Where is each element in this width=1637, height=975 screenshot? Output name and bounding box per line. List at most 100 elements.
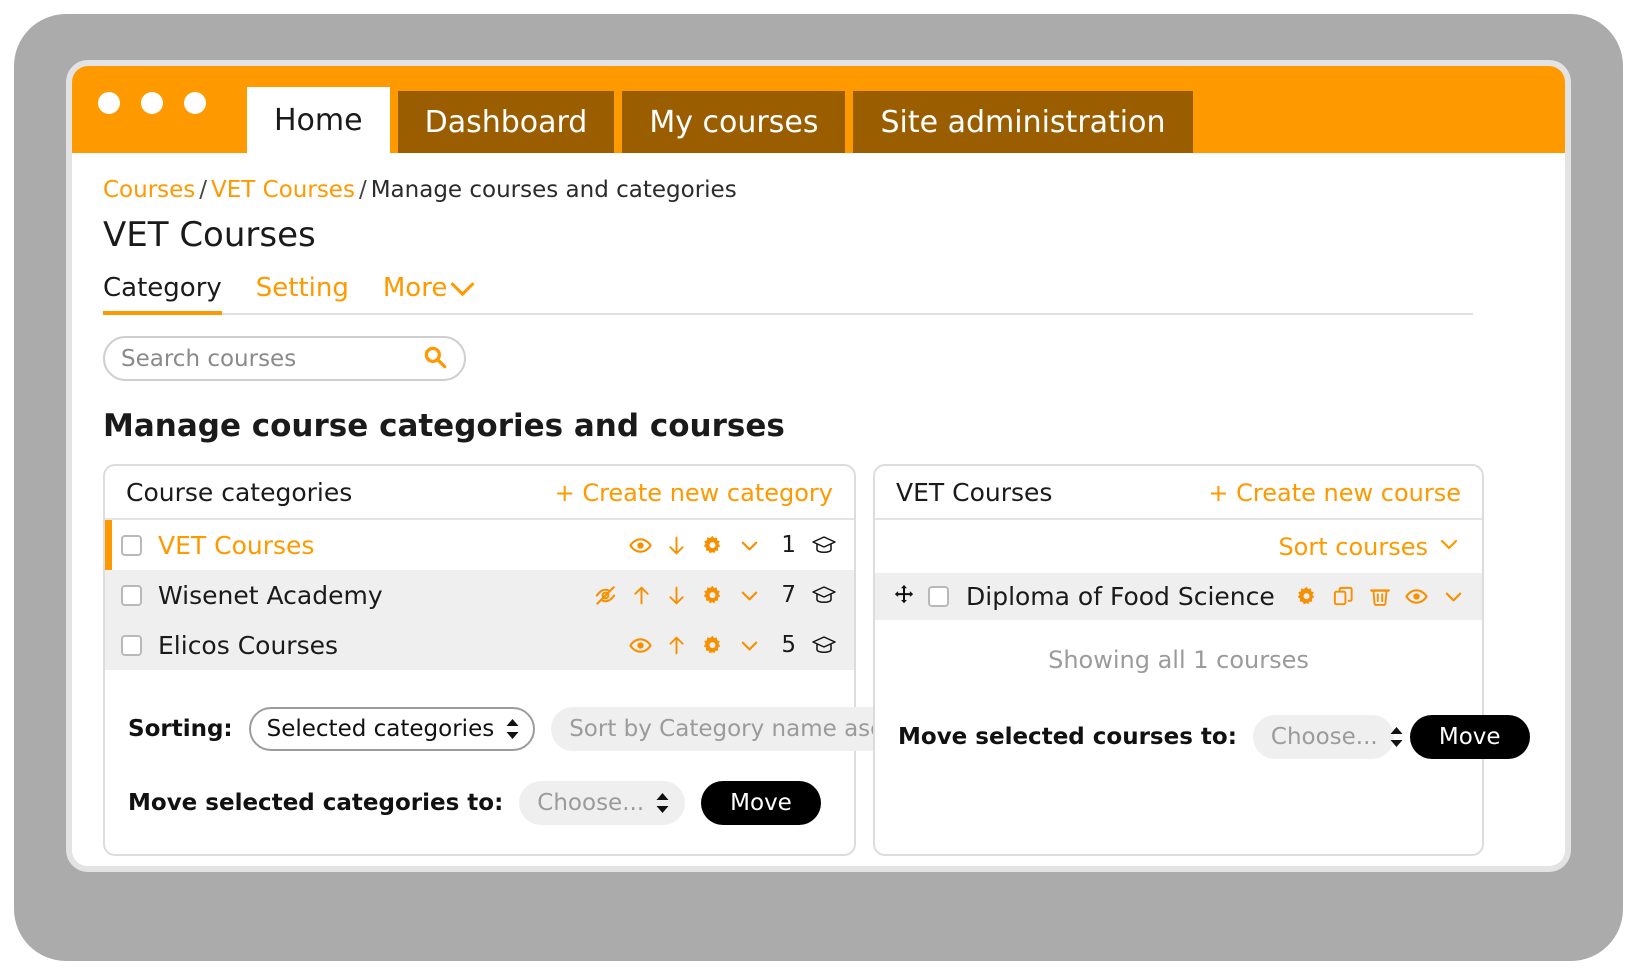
panels-container: Course categories + Create new category … bbox=[103, 464, 1534, 856]
category-actions: 5 bbox=[629, 632, 837, 658]
chevron-down-icon[interactable] bbox=[1442, 585, 1465, 608]
category-name[interactable]: Elicos Courses bbox=[158, 631, 338, 660]
move-categories-button[interactable]: Move bbox=[701, 781, 821, 825]
course-checkbox[interactable] bbox=[928, 586, 949, 607]
showing-courses-text: Showing all 1 courses bbox=[1048, 646, 1309, 674]
move-down-icon[interactable] bbox=[666, 534, 687, 557]
sort-courses-button[interactable]: Sort courses bbox=[1278, 532, 1461, 562]
create-new-course-button[interactable]: + Create new course bbox=[1208, 479, 1461, 507]
sorting-scope-value: Selected categories bbox=[266, 716, 495, 742]
category-course-count: 1 bbox=[781, 532, 796, 558]
sorting-row: Sorting: Selected categories Sort by Cat… bbox=[105, 707, 987, 751]
graduation-cap-icon bbox=[811, 634, 837, 656]
tab-home[interactable]: Home bbox=[247, 87, 390, 153]
move-down-icon[interactable] bbox=[666, 584, 687, 607]
device-bezel: Home Dashboard My courses Site administr… bbox=[14, 14, 1623, 961]
table-row[interactable]: Elicos Courses 5 bbox=[105, 620, 854, 670]
category-course-count: 7 bbox=[781, 582, 796, 608]
sorting-label: Sorting: bbox=[128, 716, 233, 742]
page-content: Courses / VET Courses / Manage courses and c… bbox=[72, 153, 1565, 866]
categories-panel-header: Course categories + Create new category bbox=[105, 466, 854, 520]
move-courses-select-value: Choose... bbox=[1270, 724, 1378, 750]
category-course-count: 5 bbox=[781, 632, 796, 658]
tab-setting[interactable]: Setting bbox=[256, 273, 349, 313]
search-box[interactable] bbox=[103, 336, 466, 381]
sort-courses-row: Sort courses bbox=[875, 520, 1482, 573]
move-categories-select[interactable]: Choose... bbox=[519, 781, 686, 825]
courses-panel-title: VET Courses bbox=[896, 478, 1053, 507]
category-checkbox[interactable] bbox=[121, 534, 142, 556]
move-categories-label: Move selected categories to: bbox=[128, 790, 504, 816]
create-new-category-button[interactable]: + Create new category bbox=[555, 479, 833, 507]
breadcrumb-item-courses[interactable]: Courses bbox=[103, 177, 195, 203]
move-categories-row: Move selected categories to: Choose... M… bbox=[105, 781, 854, 825]
categories-panel-title: Course categories bbox=[126, 478, 353, 507]
sorting-order-select[interactable]: Sort by Category name ascending bbox=[551, 707, 987, 751]
search-icon[interactable] bbox=[422, 344, 448, 374]
table-row[interactable]: Wisenet Academy 7 bbox=[105, 570, 854, 620]
course-name[interactable]: Diploma of Food Science bbox=[966, 582, 1275, 611]
secondary-nav: Category Setting More bbox=[103, 263, 1473, 315]
eye-icon[interactable] bbox=[629, 534, 653, 557]
category-checkbox[interactable] bbox=[121, 584, 142, 606]
move-courses-row: Move selected courses to: Choose... Move bbox=[875, 715, 1530, 759]
tab-category-label: Category bbox=[103, 273, 222, 303]
breadcrumb-separator: / bbox=[358, 177, 367, 203]
copy-icon[interactable] bbox=[1332, 585, 1355, 608]
updown-arrows-icon bbox=[655, 792, 670, 814]
graduation-cap-icon bbox=[811, 584, 837, 606]
category-actions: 1 bbox=[629, 532, 837, 558]
window-controls bbox=[98, 92, 206, 114]
breadcrumb: Courses / VET Courses / Manage courses and c… bbox=[103, 177, 1534, 203]
graduation-cap-icon bbox=[811, 534, 837, 556]
tab-my-courses[interactable]: My courses bbox=[622, 91, 846, 153]
move-up-icon[interactable] bbox=[631, 584, 652, 607]
tab-more[interactable]: More bbox=[382, 271, 475, 313]
device-screen: Home Dashboard My courses Site administr… bbox=[66, 60, 1571, 872]
eye-icon[interactable] bbox=[1405, 585, 1428, 608]
tab-category[interactable]: Category bbox=[103, 273, 222, 315]
table-row[interactable]: VET Courses 1 bbox=[105, 520, 854, 570]
search-input[interactable] bbox=[121, 345, 422, 372]
category-checkbox[interactable] bbox=[121, 634, 142, 656]
tab-more-label: More bbox=[382, 273, 448, 303]
tabstrip: Home Dashboard My courses Site administr… bbox=[247, 66, 1193, 153]
course-actions bbox=[1295, 585, 1465, 608]
eye-icon[interactable] bbox=[629, 634, 653, 657]
breadcrumb-item-vet-courses[interactable]: VET Courses bbox=[211, 177, 355, 203]
gear-icon[interactable] bbox=[701, 534, 724, 557]
move-categories-select-value: Choose... bbox=[537, 790, 645, 816]
list-item[interactable]: Diploma of Food Science bbox=[875, 573, 1482, 620]
gear-icon[interactable] bbox=[1295, 585, 1318, 608]
category-actions: 7 bbox=[594, 582, 837, 608]
trash-icon[interactable] bbox=[1369, 585, 1391, 608]
maximize-icon[interactable] bbox=[184, 92, 206, 114]
chevron-down-icon[interactable] bbox=[738, 634, 761, 657]
category-name[interactable]: VET Courses bbox=[158, 531, 314, 560]
move-courses-label: Move selected courses to: bbox=[898, 724, 1237, 750]
sort-courses-label: Sort courses bbox=[1278, 533, 1428, 561]
sorting-scope-select[interactable]: Selected categories bbox=[248, 707, 536, 751]
close-icon[interactable] bbox=[98, 92, 120, 114]
eye-slash-icon[interactable] bbox=[594, 584, 617, 607]
browser-window: Home Dashboard My courses Site administr… bbox=[72, 66, 1565, 866]
breadcrumb-separator: / bbox=[199, 177, 208, 203]
category-name[interactable]: Wisenet Academy bbox=[158, 581, 383, 610]
courses-panel-header: VET Courses + Create new course bbox=[875, 466, 1482, 520]
drag-handle-icon[interactable] bbox=[893, 584, 915, 610]
section-heading: Manage course categories and courses bbox=[103, 408, 785, 444]
move-courses-select[interactable]: Choose... bbox=[1252, 715, 1403, 759]
browser-titlebar: Home Dashboard My courses Site administr… bbox=[72, 66, 1565, 153]
updown-arrows-icon bbox=[505, 718, 520, 740]
move-courses-button[interactable]: Move bbox=[1409, 715, 1530, 759]
gear-icon[interactable] bbox=[701, 584, 724, 607]
course-categories-panel: Course categories + Create new category … bbox=[103, 464, 987, 856]
breadcrumb-item-current: Manage courses and categories bbox=[370, 177, 737, 203]
chevron-down-icon[interactable] bbox=[738, 534, 761, 557]
tab-dashboard[interactable]: Dashboard bbox=[397, 91, 615, 153]
minimize-icon[interactable] bbox=[141, 92, 163, 114]
gear-icon[interactable] bbox=[701, 634, 724, 657]
chevron-down-icon[interactable] bbox=[738, 584, 761, 607]
tab-site-administration[interactable]: Site administration bbox=[853, 91, 1193, 153]
move-up-icon[interactable] bbox=[666, 634, 687, 657]
